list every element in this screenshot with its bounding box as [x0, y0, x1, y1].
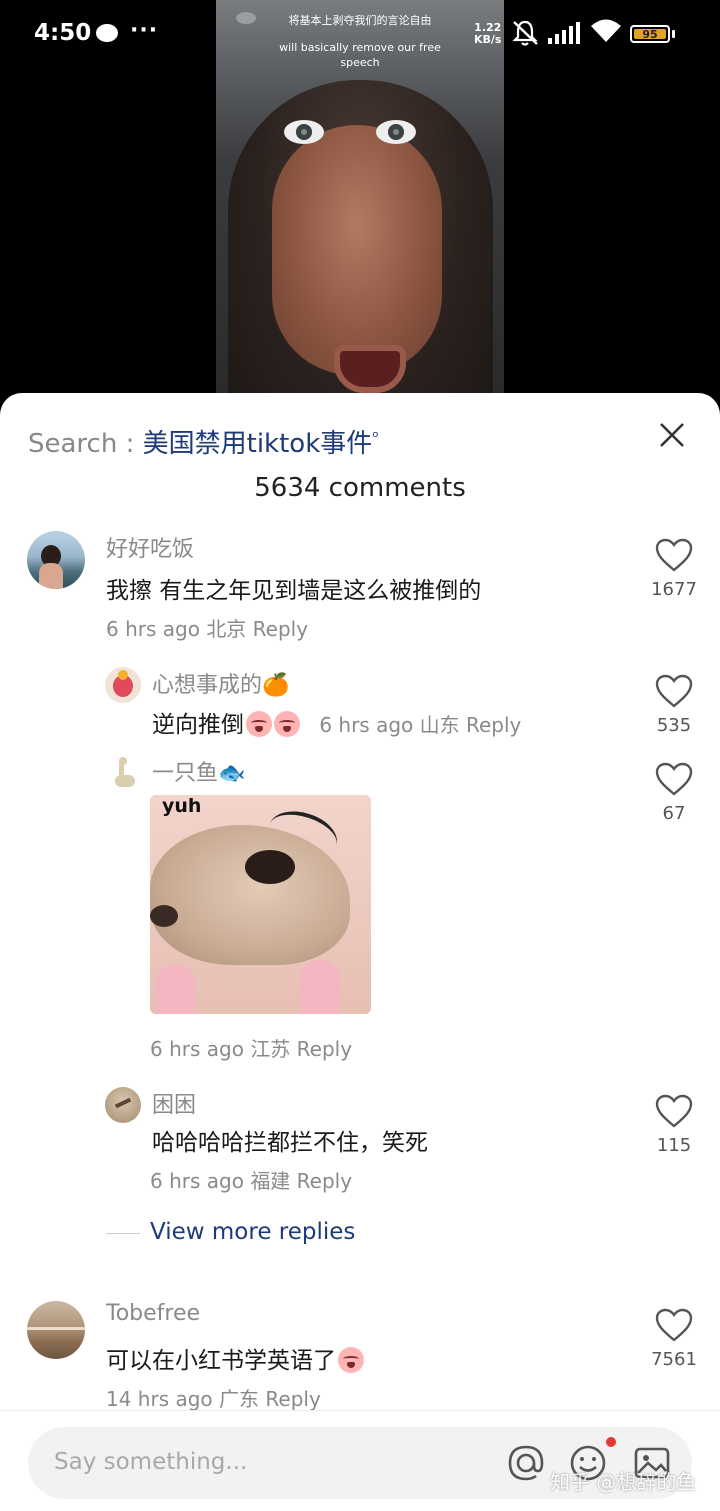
- reply-time: 6 hrs ago: [150, 1037, 244, 1061]
- sticker-text: yuh: [162, 795, 202, 817]
- reply-button[interactable]: Reply: [297, 1169, 352, 1193]
- video-person-eye: [376, 120, 416, 144]
- like-count: 7561: [651, 1349, 697, 1370]
- chat-bubble-icon: [96, 24, 118, 42]
- more-notifications-icon: ···: [130, 18, 159, 43]
- comment-location: 广东: [219, 1387, 260, 1411]
- avatar[interactable]: [105, 667, 141, 703]
- search-suggestion[interactable]: Search : 美国禁用tiktok事件ᵒ: [28, 423, 379, 460]
- comment-meta: 6 hrs ago 北京 Reply: [106, 613, 308, 642]
- like-count: 535: [656, 715, 692, 736]
- heart-icon[interactable]: [654, 673, 694, 709]
- like-count: 115: [656, 1135, 692, 1156]
- comment-time: 6 hrs ago: [106, 617, 200, 641]
- reply-button[interactable]: Reply: [297, 1037, 352, 1061]
- like-count: 67: [662, 803, 686, 824]
- crying-laughing-emoji-icon: [338, 1347, 364, 1373]
- reply-button[interactable]: Reply: [466, 713, 521, 737]
- comment-text: 可以在小红书学英语了: [106, 1348, 336, 1374]
- heart-icon[interactable]: [654, 537, 694, 573]
- heart-icon[interactable]: [654, 1093, 694, 1129]
- watermark: 知乎 @想辞的鱼: [550, 1470, 697, 1494]
- reply-time: 6 hrs ago: [319, 713, 414, 737]
- comment-text-line: 可以在小红书学英语了: [106, 1341, 364, 1375]
- view-more-divider: [106, 1233, 140, 1234]
- notification-dot: [606, 1437, 616, 1447]
- reply-location: 江苏: [250, 1037, 291, 1061]
- heart-icon[interactable]: [654, 1307, 694, 1343]
- reply-username[interactable]: 一只鱼🐟: [152, 755, 245, 787]
- comment-input-placeholder: Say something...: [54, 1449, 248, 1475]
- network-speed: 1.22 KB/s: [474, 22, 501, 46]
- comment-input-bar: Say something...: [0, 1410, 720, 1511]
- search-icon: ᵒ: [372, 427, 379, 447]
- avatar[interactable]: [27, 1301, 85, 1359]
- wifi-icon: [591, 19, 621, 42]
- video-person-face: [272, 125, 442, 375]
- comments-sheet: Search : 美国禁用tiktok事件ᵒ 5634 comments 好好吃…: [0, 393, 720, 1510]
- video-person-mouth: [334, 345, 406, 393]
- reply-text: 逆向推倒: [152, 712, 244, 738]
- mention-icon[interactable]: [506, 1443, 546, 1483]
- crying-laughing-emoji-icon: [274, 711, 300, 737]
- reply-meta: 6 hrs ago 江苏 Reply: [150, 1033, 352, 1062]
- search-term-link[interactable]: 美国禁用tiktok事件: [143, 429, 373, 459]
- orange-emoji: 🍊: [262, 673, 290, 698]
- like-count: 1677: [651, 579, 697, 600]
- comments-count: 5634 comments: [254, 473, 466, 503]
- reply-location: 福建: [250, 1169, 291, 1193]
- reply-username-text: 一只鱼: [152, 761, 219, 786]
- reply-username-text: 心想事成的: [152, 673, 263, 698]
- comment-time: 14 hrs ago: [106, 1387, 213, 1411]
- reply-button[interactable]: Reply: [265, 1387, 320, 1411]
- network-speed-unit: KB/s: [474, 33, 502, 46]
- reply-button[interactable]: Reply: [253, 617, 308, 641]
- status-time: 4:50: [34, 20, 92, 46]
- reply-username[interactable]: 困困: [152, 1087, 196, 1119]
- battery-icon: 95: [630, 25, 670, 43]
- sticker-image[interactable]: yuh: [150, 795, 371, 1014]
- comment-meta: 14 hrs ago 广东 Reply: [106, 1383, 321, 1412]
- muted-bell-icon: [512, 20, 538, 46]
- close-icon[interactable]: [656, 419, 688, 451]
- search-prefix: Search :: [28, 429, 143, 459]
- fish-emoji: 🐟: [218, 761, 246, 786]
- reply-meta: 6 hrs ago 山东 Reply: [319, 713, 521, 737]
- avatar[interactable]: [27, 531, 85, 589]
- battery-level: 95: [634, 29, 666, 40]
- comment-username[interactable]: 好好吃饭: [106, 531, 194, 563]
- comment-username[interactable]: Tobefree: [106, 1301, 200, 1326]
- battery-tip: [672, 30, 675, 38]
- reply-text-line: 逆向推倒 6 hrs ago 山东 Reply: [152, 705, 521, 739]
- comment-text: 我擦 有生之年见到墙是这么被推倒的: [106, 578, 482, 604]
- crying-laughing-emoji-icon: [246, 711, 272, 737]
- signal-icon: [548, 22, 580, 44]
- reply-time: 6 hrs ago: [150, 1169, 244, 1193]
- avatar[interactable]: [105, 755, 141, 791]
- comment-location: 北京: [206, 617, 247, 641]
- avatar[interactable]: [105, 1087, 141, 1123]
- reply-text: 哈哈哈哈拦都拦不住，笑死: [152, 1130, 428, 1156]
- reply-location: 山东: [419, 713, 460, 737]
- reply-meta: 6 hrs ago 福建 Reply: [150, 1165, 352, 1194]
- heart-icon[interactable]: [654, 761, 694, 797]
- status-bar: 4:50 ··· 1.22 KB/s 95: [0, 0, 720, 68]
- view-more-replies-link[interactable]: View more replies: [150, 1219, 355, 1245]
- reply-username[interactable]: 心想事成的🍊: [152, 667, 289, 699]
- video-person-eye: [284, 120, 324, 144]
